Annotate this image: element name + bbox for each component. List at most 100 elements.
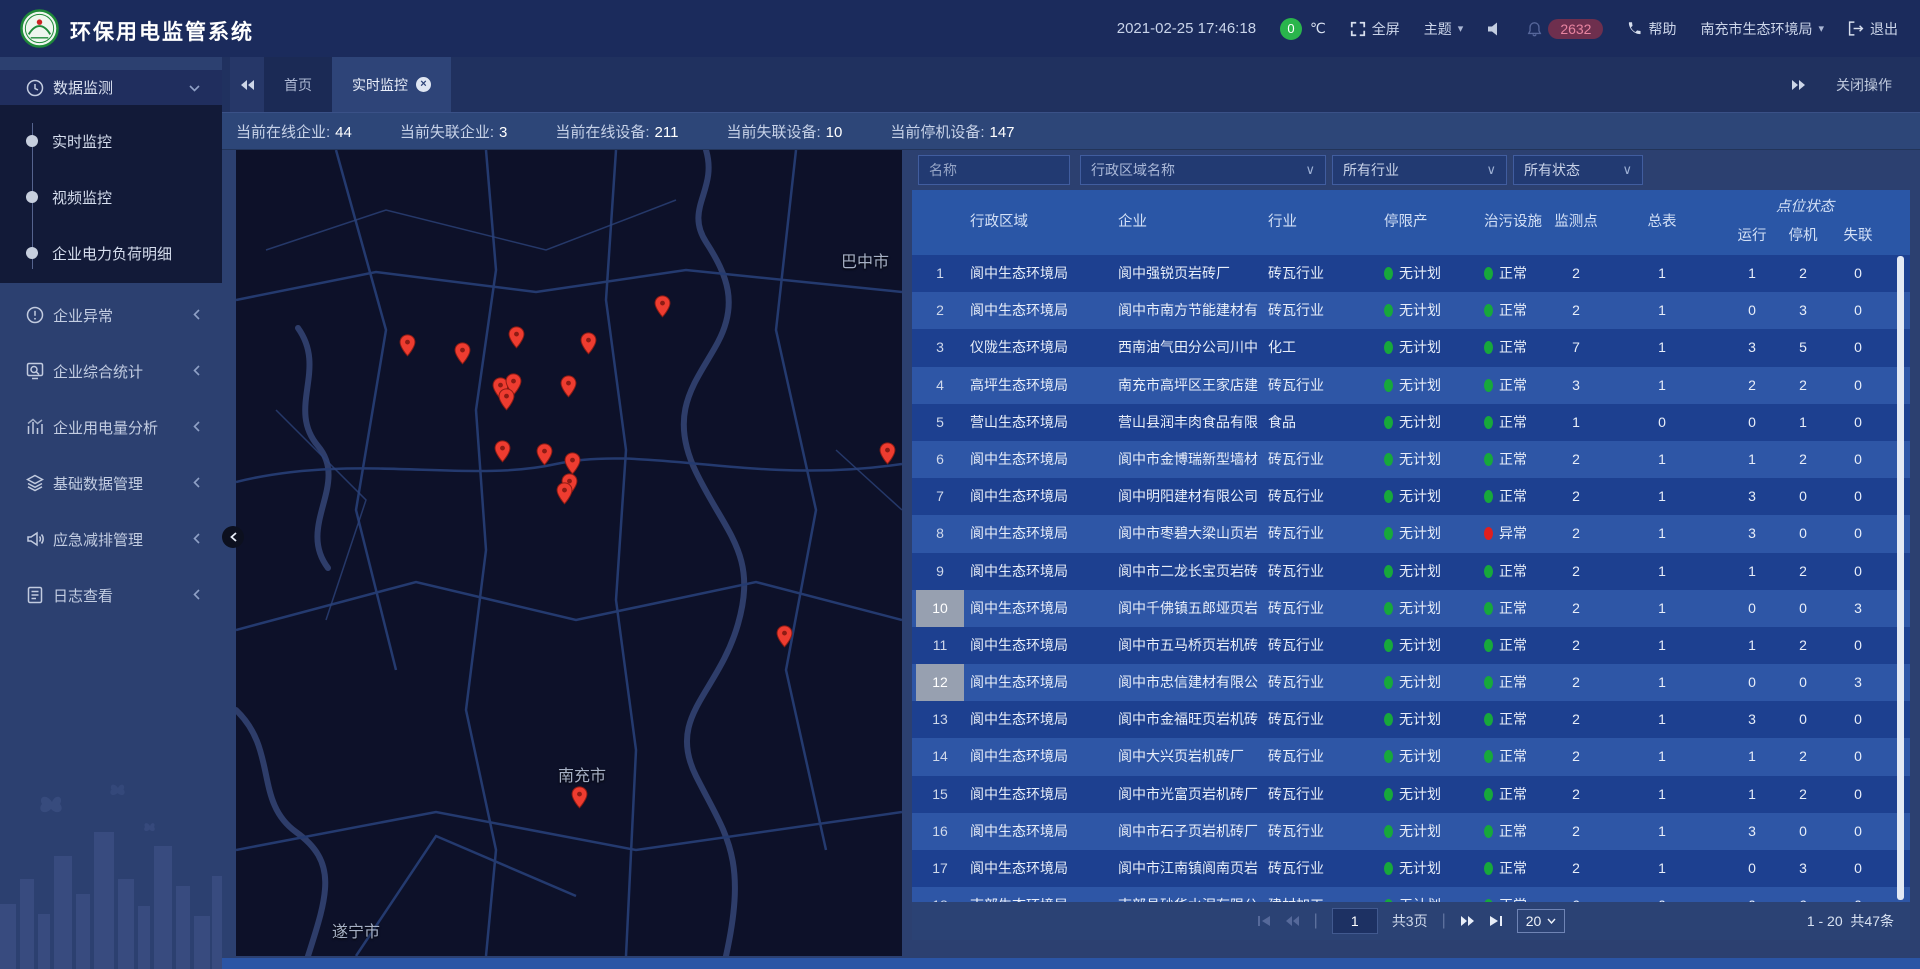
cell-monitor-count: 2 (1540, 292, 1612, 329)
org-dropdown[interactable]: 南充市生态环境局▾ (1700, 19, 1824, 39)
bottom-accent-strip (222, 958, 1920, 969)
map-pin-icon[interactable] (560, 375, 577, 398)
prev-page-icon (1285, 915, 1300, 927)
table-row[interactable]: 17阆中生态环境局阆中市江南镇阆南页岩砖瓦行业无计划正常21030 (912, 850, 1910, 887)
stats-icon (26, 362, 44, 380)
temperature-badge: 0 (1280, 18, 1302, 40)
cell-lost: 0 (1828, 478, 1888, 515)
table-row[interactable]: 7阆中生态环境局阆中明阳建材有限公司砖瓦行业无计划正常21300 (912, 478, 1910, 515)
next-page-button[interactable] (1460, 915, 1475, 927)
table-row[interactable]: 1阆中生态环境局阆中强锐页岩砖厂砖瓦行业无计划正常21120 (912, 255, 1910, 292)
theme-dropdown[interactable]: 主题▾ (1424, 19, 1464, 39)
tab-realtime-monitor[interactable]: 实时监控 × (332, 57, 451, 112)
help-button[interactable]: 帮助 (1627, 19, 1676, 39)
table-row[interactable]: 5营山生态环境局营山县润丰肉食品有限食品无计划正常10010 (912, 404, 1910, 441)
status-dot-icon (1384, 379, 1393, 392)
cell-stopped: 2 (1773, 776, 1833, 813)
sidebar-item-应急减排管理[interactable]: 应急减排管理 (0, 511, 222, 567)
table-row[interactable]: 16阆中生态环境局阆中市石子页岩机砖厂砖瓦行业无计划正常21300 (912, 813, 1910, 850)
cell-stopped: 0 (1773, 590, 1833, 627)
page-size-select[interactable]: 20 (1517, 909, 1566, 933)
table-scrollbar-thumb[interactable] (1897, 256, 1904, 900)
close-icon[interactable]: × (416, 77, 431, 92)
row-index: 8 (912, 515, 968, 552)
table-row[interactable]: 10阆中生态环境局阆中千佛镇五郎垭页岩砖瓦行业无计划正常21003 (912, 590, 1910, 627)
table-row[interactable]: 9阆中生态环境局阆中市二龙长宝页岩砖砖瓦行业无计划正常21120 (912, 553, 1910, 590)
name-input[interactable] (929, 162, 1059, 178)
last-page-icon (1489, 915, 1503, 927)
status-dot-icon (1484, 825, 1493, 838)
prev-page-button[interactable] (1285, 915, 1300, 927)
industry-filter-select[interactable]: 所有行业 ∨ (1332, 155, 1507, 185)
cell-total-meter: 1 (1626, 590, 1698, 627)
region-filter-select[interactable]: 行政区域名称 ∨ (1080, 155, 1326, 185)
map-pin-icon[interactable] (571, 786, 588, 809)
sidebar-item-视频监控[interactable]: 视频监控 (0, 169, 222, 225)
fullscreen-button[interactable]: 全屏 (1350, 19, 1400, 39)
map-pin-icon[interactable] (879, 442, 896, 465)
cell-monitor-count: 2 (1540, 478, 1612, 515)
last-page-button[interactable] (1489, 915, 1503, 927)
table-row[interactable]: 8阆中生态环境局阆中市枣碧大梁山页岩砖瓦行业无计划异常21300 (912, 515, 1910, 552)
cell-industry: 砖瓦行业 (1268, 590, 1378, 627)
map-pin-icon[interactable] (454, 342, 471, 365)
sidebar-item-企业电力负荷明细[interactable]: 企业电力负荷明细 (0, 225, 222, 281)
sidebar-item-label: 视频监控 (52, 187, 112, 208)
sidebar-item-企业综合统计[interactable]: 企业综合统计 (0, 343, 222, 399)
sidebar-item-基础数据管理[interactable]: 基础数据管理 (0, 455, 222, 511)
status-dot-icon (1484, 453, 1493, 466)
first-page-button[interactable] (1257, 915, 1271, 927)
map-pin-icon[interactable] (494, 440, 511, 463)
tabs-scroll-left-button[interactable] (230, 57, 264, 112)
map-pin-icon[interactable] (564, 452, 581, 475)
col-header-stopped: 停机 (1773, 220, 1833, 255)
skyline-decoration (0, 784, 222, 969)
alert-icon (26, 306, 44, 324)
table-row[interactable]: 2阆中生态环境局阆中市南方节能建材有砖瓦行业无计划正常21030 (912, 292, 1910, 329)
map-pin-icon[interactable] (580, 332, 597, 355)
map-pin-icon[interactable] (508, 326, 525, 349)
map-pin-icon[interactable] (536, 443, 553, 466)
tab-home[interactable]: 首页 (264, 57, 332, 112)
col-header-lost: 失联 (1828, 220, 1888, 255)
table-row[interactable]: 12阆中生态环境局阆中市忠信建材有限公砖瓦行业无计划正常21003 (912, 664, 1910, 701)
map-pin-icon[interactable] (498, 388, 515, 411)
name-filter-input[interactable] (918, 155, 1070, 185)
cell-total-meter: 1 (1626, 627, 1698, 664)
logout-button[interactable]: 退出 (1848, 19, 1898, 39)
page-number-input[interactable] (1332, 908, 1378, 934)
table-row[interactable]: 6阆中生态环境局阆中市金博瑞新型墙材砖瓦行业无计划正常21120 (912, 441, 1910, 478)
map-pin-icon[interactable] (776, 625, 793, 648)
sidebar-group-数据监测[interactable]: 数据监测 (0, 70, 222, 105)
status-filter-select[interactable]: 所有状态 ∨ (1513, 155, 1643, 185)
table-row[interactable]: 4高坪生态环境局南充市高坪区王家店建砖瓦行业无计划正常31220 (912, 367, 1910, 404)
status-dot-icon (1384, 527, 1393, 540)
sidebar-item-企业异常[interactable]: 企业异常 (0, 287, 222, 343)
map-pin-icon[interactable] (556, 482, 573, 505)
notification-area[interactable]: 2632 (1527, 19, 1603, 39)
sidebar-item-实时监控[interactable]: 实时监控 (0, 113, 222, 169)
table-row[interactable]: 3仪陇生态环境局西南油气田分公司川中化工无计划正常71350 (912, 329, 1910, 366)
row-index: 7 (912, 478, 968, 515)
map-panel[interactable]: 巴中市南充市遂宁市 (236, 150, 902, 956)
map-pin-icon[interactable] (399, 334, 416, 357)
table-row[interactable]: 15阆中生态环境局阆中市光富页岩机砖厂砖瓦行业无计划正常21120 (912, 776, 1910, 813)
sidebar-item-企业用电量分析[interactable]: 企业用电量分析 (0, 399, 222, 455)
table-row[interactable]: 14阆中生态环境局阆中大兴页岩机砖厂砖瓦行业无计划正常21120 (912, 738, 1910, 775)
close-operations-button[interactable]: 关闭操作 (1836, 75, 1892, 95)
bell-icon (1527, 21, 1542, 37)
cell-total-meter: 1 (1626, 701, 1698, 738)
map-pin-icon[interactable] (654, 295, 671, 318)
table-row[interactable]: 18南部生态环境局南部县砂华水泥有限公建材加工无计划正常60060 (912, 887, 1910, 902)
table-row[interactable]: 13阆中生态环境局阆中市金福旺页岩机砖砖瓦行业无计划正常21300 (912, 701, 1910, 738)
status-dot-icon (1484, 379, 1493, 392)
cell-industry: 砖瓦行业 (1268, 478, 1378, 515)
cell-total-meter: 1 (1626, 367, 1698, 404)
sidebar-item-日志查看[interactable]: 日志查看 (0, 567, 222, 623)
table-row[interactable]: 11阆中生态环境局阆中市五马桥页岩机砖砖瓦行业无计划正常21120 (912, 627, 1910, 664)
map-collapse-button[interactable] (222, 526, 244, 548)
mute-button[interactable] (1487, 22, 1503, 36)
double-chevron-right-icon[interactable] (1791, 79, 1806, 91)
pagination-range-label: 1 - 20 共47条 (1807, 911, 1894, 931)
cell-production-status: 无计划 (1384, 813, 1480, 850)
